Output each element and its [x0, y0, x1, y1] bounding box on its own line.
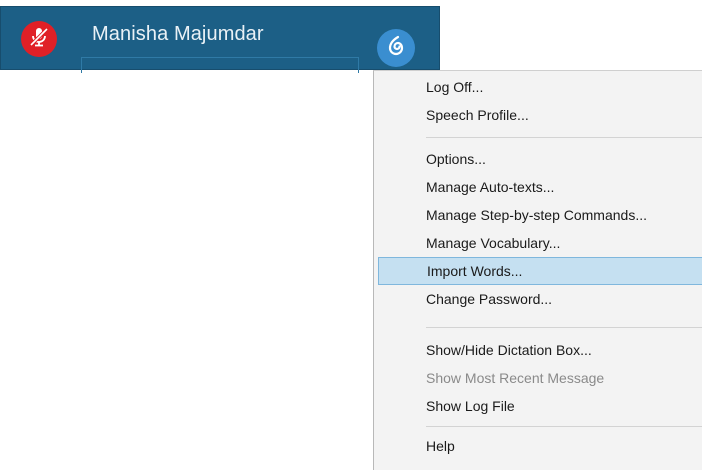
menu-separator	[426, 426, 702, 427]
menu-item-manage-step-by-step-commands[interactable]: Manage Step-by-step Commands...	[378, 201, 702, 229]
menu-item-log-off[interactable]: Log Off...	[378, 73, 702, 101]
microphone-button[interactable]	[21, 21, 57, 57]
menu-separator	[426, 327, 702, 328]
dictation-field[interactable]	[81, 57, 359, 73]
dragon-menu-button[interactable]	[377, 29, 415, 67]
user-name: Manisha Majumdar	[92, 23, 264, 45]
menu-item-show-hide-dictation-box[interactable]: Show/Hide Dictation Box...	[378, 336, 702, 364]
menu-item-show-log-file[interactable]: Show Log File	[378, 392, 702, 420]
menu-item-change-password[interactable]: Change Password...	[378, 285, 702, 313]
menu-item-manage-vocabulary[interactable]: Manage Vocabulary...	[378, 229, 702, 257]
dictation-bar: Manisha Majumdar	[0, 6, 440, 73]
menu-item-options[interactable]: Options...	[378, 145, 702, 173]
menu-item-speech-profile[interactable]: Speech Profile...	[378, 101, 702, 129]
menu-item-manage-auto-texts[interactable]: Manage Auto-texts...	[378, 173, 702, 201]
menu-item-show-most-recent-message: Show Most Recent Message	[426, 370, 605, 386]
menu-item-import-words[interactable]: Import Words...	[378, 257, 702, 285]
context-menu: Log Off... Speech Profile... Options... …	[373, 70, 702, 470]
menu-item-help[interactable]: Help	[378, 432, 702, 460]
microphone-off-icon	[28, 26, 50, 53]
dragon-flame-icon	[385, 35, 407, 62]
menu-separator	[426, 137, 702, 138]
